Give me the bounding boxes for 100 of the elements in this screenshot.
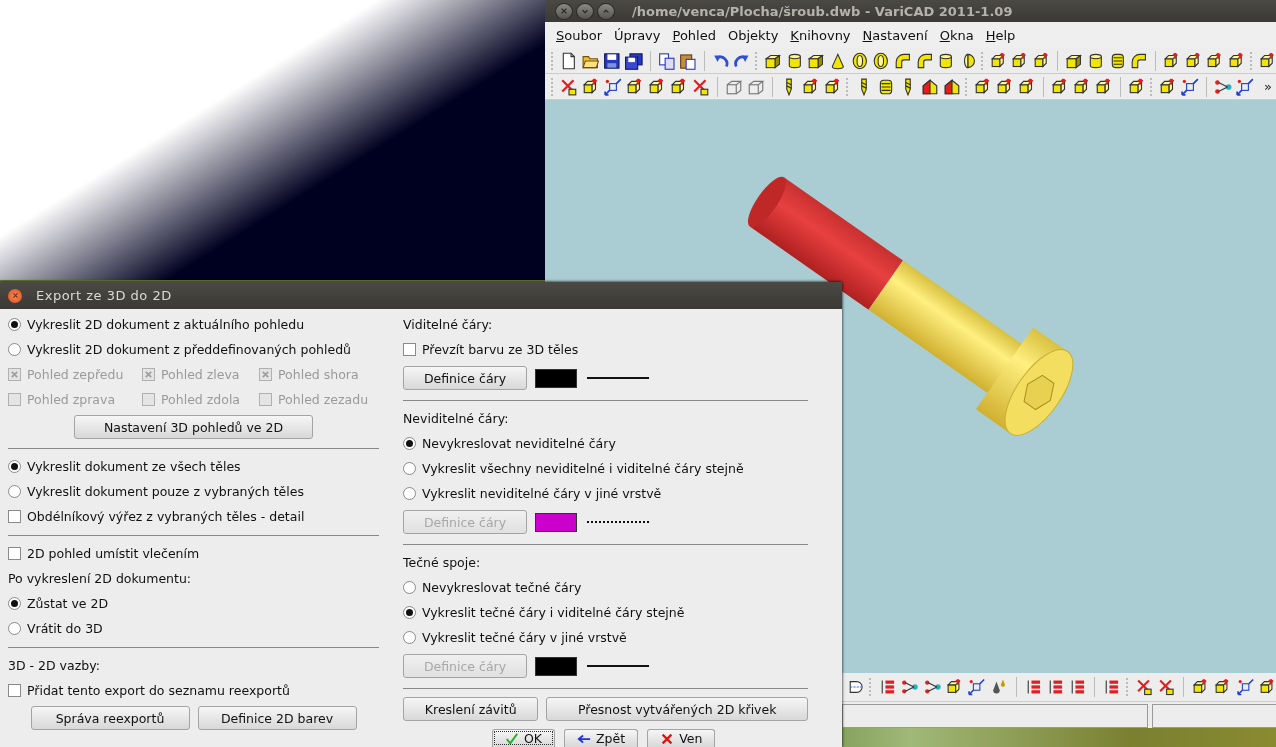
window-maximize-button[interactable]	[597, 2, 615, 20]
menu-item[interactable]: Nastavení	[856, 25, 934, 45]
cut-solid-icon[interactable]	[943, 77, 961, 96]
checkbox[interactable]	[8, 510, 21, 523]
radio-button[interactable]	[403, 487, 416, 500]
dialog-button[interactable]: Přesnost vytvářených 2D křivek	[546, 697, 808, 721]
toolbar-overflow-button[interactable]: »	[1264, 79, 1276, 94]
cube-tool-icon[interactable]	[1128, 77, 1146, 96]
node-link-icon[interactable]	[1214, 77, 1232, 96]
cube-tool-icon[interactable]	[1227, 51, 1246, 70]
checkbox[interactable]	[8, 684, 21, 697]
cube-tool-icon[interactable]	[1011, 51, 1029, 70]
floppies-icon[interactable]	[624, 51, 643, 70]
elbow-icon[interactable]	[1130, 51, 1148, 70]
cube-tool-icon[interactable]	[582, 77, 600, 96]
drop-icon[interactable]	[990, 678, 1008, 696]
checkbox-label: Pohled zezadu	[278, 392, 369, 407]
tube-icon[interactable]	[872, 51, 890, 70]
cube-tool-icon[interactable]	[802, 77, 820, 96]
cube-tool-icon[interactable]	[1095, 77, 1113, 96]
cube-tool-icon[interactable]	[626, 77, 644, 96]
menu-item[interactable]: Okna	[933, 25, 980, 45]
dialog-button[interactable]: Správa reexportů	[30, 706, 190, 730]
cube-tool-icon[interactable]	[824, 77, 842, 96]
document-icon[interactable]	[560, 51, 578, 70]
cube-tool-icon[interactable]	[1159, 77, 1177, 96]
dialog-button[interactable]: Zpět	[564, 729, 639, 747]
tube-icon[interactable]	[850, 51, 869, 70]
radio-button[interactable]	[8, 597, 21, 610]
cube-tool-icon[interactable]	[1032, 51, 1051, 70]
cube-arrows-icon[interactable]	[1236, 77, 1254, 96]
line-style-sample	[587, 377, 649, 379]
window-close-button[interactable]	[555, 2, 573, 20]
elbow-icon[interactable]	[915, 51, 934, 70]
dialog-button[interactable]: OK	[492, 729, 556, 747]
dialog-button[interactable]: Definice 2D barev	[197, 706, 357, 730]
radio-button[interactable]	[403, 581, 416, 594]
delete-icon[interactable]	[560, 77, 578, 96]
radio-button[interactable]	[8, 343, 21, 356]
cube-tool-icon[interactable]	[1018, 77, 1036, 96]
cube-arrows-icon[interactable]	[968, 678, 986, 696]
radio-button[interactable]	[8, 460, 21, 473]
copy-icon[interactable]	[657, 51, 676, 70]
cylinder-icon[interactable]	[937, 51, 955, 70]
node-link-icon[interactable]	[901, 678, 919, 696]
cube-tool-icon[interactable]	[1184, 51, 1203, 70]
checkbox[interactable]	[8, 547, 21, 560]
cut-solid-icon[interactable]	[921, 77, 939, 96]
radio-label: Vykreslit 2D dokument z předdefinovaných pohledů	[27, 342, 351, 357]
radio-button[interactable]	[403, 631, 416, 644]
window-minimize-button[interactable]	[576, 2, 594, 20]
dialog-button[interactable]: Ven	[647, 729, 716, 747]
cube-arrows-icon[interactable]	[1236, 678, 1254, 696]
menu-item[interactable]: Úpravy	[608, 25, 667, 45]
radio-button[interactable]	[403, 462, 416, 475]
radio-button[interactable]	[8, 318, 21, 331]
radio-label: Zůstat ve 2D	[27, 596, 109, 611]
menu-item[interactable]: Help	[979, 25, 1022, 45]
menu-item[interactable]: Objekty	[721, 25, 785, 45]
menu-item[interactable]: Knihovny	[784, 25, 857, 45]
radio-button[interactable]	[403, 437, 416, 450]
cube-tool-icon[interactable]	[1258, 51, 1276, 70]
radio-button[interactable]	[8, 485, 21, 498]
paste-icon[interactable]	[679, 51, 697, 70]
cube-tool-icon[interactable]	[1258, 678, 1276, 696]
settings-button[interactable]: Nastavení 3D pohledů ve 2D	[74, 415, 313, 439]
cone-icon[interactable]	[829, 51, 847, 70]
save-icon[interactable]	[603, 51, 621, 70]
elbow-icon[interactable]	[893, 51, 912, 70]
delete-icon[interactable]	[1135, 678, 1153, 696]
cube-tool-icon[interactable]	[974, 77, 992, 96]
delete-icon[interactable]	[692, 77, 710, 96]
cube-tool-icon[interactable]	[996, 77, 1014, 96]
delete-icon[interactable]	[1157, 678, 1176, 696]
cube-tool-icon[interactable]	[670, 77, 688, 96]
radio-label: Vykreslit 2D dokument z aktuálního pohledu	[27, 317, 305, 332]
thread-icon[interactable]	[877, 77, 895, 96]
cube-tool-icon[interactable]	[1051, 77, 1069, 96]
cube-arrows-icon[interactable]	[1181, 77, 1199, 96]
cube-tool-icon[interactable]	[1073, 77, 1091, 96]
cube-tool-icon[interactable]	[989, 51, 1008, 70]
radio-button[interactable]	[403, 606, 416, 619]
layer-list-icon[interactable]	[1103, 678, 1121, 696]
node-link-icon[interactable]	[923, 678, 941, 696]
checkbox[interactable]	[403, 343, 416, 356]
dialog-button[interactable]: Kreslení závitů	[403, 697, 539, 721]
line-definition-button[interactable]: Definice čáry	[403, 366, 527, 390]
cylinder-icon[interactable]	[1087, 51, 1105, 70]
cube-arrows-icon[interactable]	[604, 77, 622, 96]
close-button[interactable]	[8, 288, 22, 303]
cube-tool-icon[interactable]	[1206, 51, 1224, 70]
layer-list-icon[interactable]	[1069, 678, 1087, 696]
menu-item[interactable]: Pohled	[666, 25, 722, 45]
outline-shape-icon[interactable]	[847, 678, 865, 696]
layer-list-icon[interactable]	[879, 678, 897, 696]
line-definition-button: Definice čáry	[403, 654, 527, 678]
cube-tool-icon[interactable]	[1163, 51, 1181, 70]
cube-tool-icon[interactable]	[648, 77, 666, 96]
menu-item[interactable]: Soubor	[550, 25, 608, 45]
radio-button[interactable]	[8, 622, 21, 635]
